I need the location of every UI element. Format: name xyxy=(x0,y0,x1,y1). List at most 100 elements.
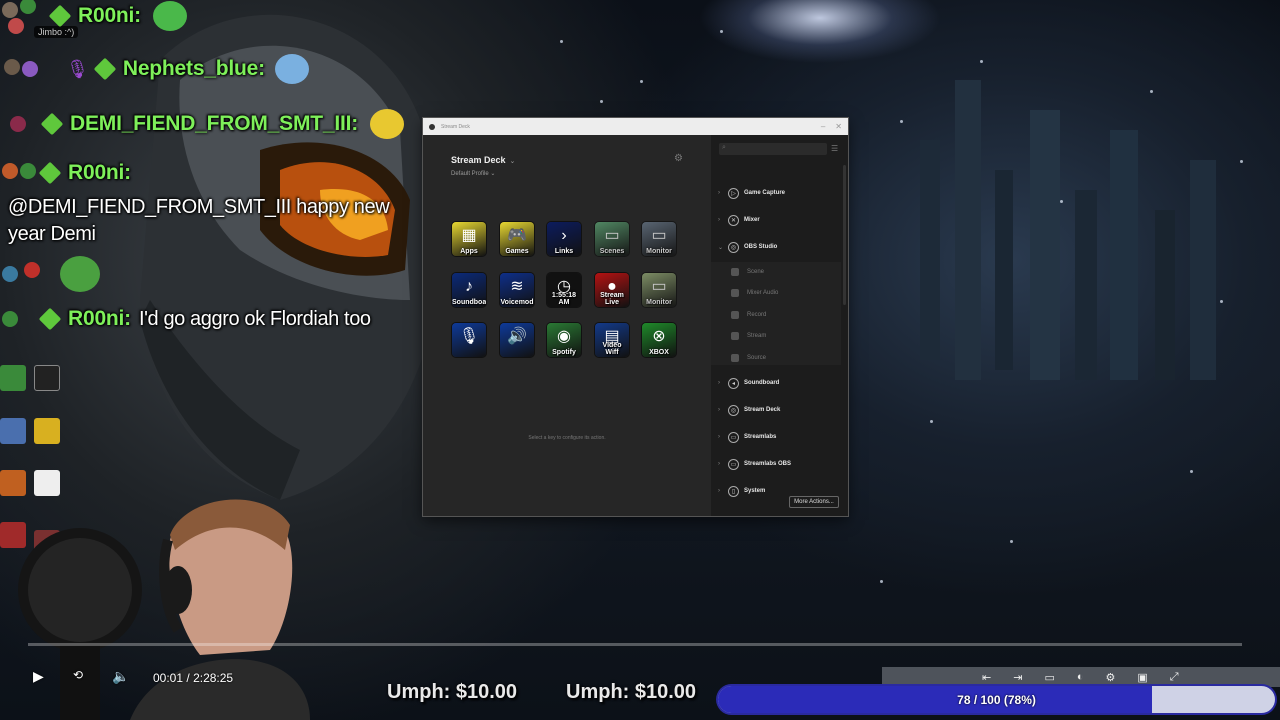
scrollbar[interactable] xyxy=(843,165,846,305)
settings-icon[interactable]: ⚙ xyxy=(1106,671,1116,684)
duration: 2:28:25 xyxy=(193,671,234,685)
action-label: Record xyxy=(747,312,767,318)
action-label: Scene xyxy=(747,269,765,275)
category-label: Game Capture xyxy=(744,190,786,196)
pip-icon[interactable]: ▣ xyxy=(1137,671,1147,684)
deck-key[interactable]: ▦ Apps xyxy=(452,222,486,256)
chevron-right-icon[interactable]: › xyxy=(718,461,728,467)
seek-bar[interactable] xyxy=(28,643,1242,646)
chevron-right-icon[interactable]: › xyxy=(718,217,728,223)
more-actions-button[interactable]: More Actions... xyxy=(789,496,839,508)
chat-message: 🎙 Nephets_blue: xyxy=(0,47,309,91)
desktop-icon[interactable] xyxy=(34,418,60,444)
deck-key[interactable]: 🔊 xyxy=(500,323,534,357)
deck-key-icon: ♪ xyxy=(465,278,473,295)
stream-deck-window[interactable]: Stream Deck – ✕ Stream Deck ⌄ Default Pro… xyxy=(423,118,848,516)
chat-username: R00ni: xyxy=(78,4,141,27)
chat-overlay: Jimbo :^) R00ni: 🎙 Nephets_blue: DEMI_FI… xyxy=(0,0,440,340)
deck-key-icon: 🔊 xyxy=(507,328,527,345)
chat-badges xyxy=(0,47,60,91)
deck-key-icon: ≋ xyxy=(510,278,524,295)
minimize-icon[interactable]: – xyxy=(821,122,825,131)
close-icon[interactable]: ✕ xyxy=(835,122,842,131)
window-title: Stream Deck xyxy=(441,123,470,130)
chevron-down-icon: ⌄ xyxy=(509,158,516,165)
loop-icon[interactable]: ⟲ xyxy=(73,668,83,682)
deck-key-label: Monitor xyxy=(646,299,672,306)
obs-action-item[interactable]: Stream xyxy=(731,329,766,343)
obs-action-item[interactable]: Source xyxy=(731,351,766,365)
deck-key[interactable]: 🎮 Games xyxy=(500,222,534,256)
profile-selector[interactable]: Default Profile ⌄ xyxy=(451,170,495,177)
category-icon: ◎ xyxy=(728,404,739,416)
deck-key[interactable]: ● Stream Live xyxy=(595,273,629,307)
deck-key[interactable]: ▭ Monitor xyxy=(642,222,676,256)
deck-key-label: Scenes xyxy=(599,248,625,255)
window-titlebar[interactable]: Stream Deck – ✕ xyxy=(423,118,848,135)
player-toolbar: ⇤ ⇥ ▭ ◐ ⚙ ▣ ⤢ xyxy=(882,667,1280,687)
deck-key[interactable]: ♪ Soundboard xyxy=(452,273,486,307)
quality-icon[interactable]: ◐ xyxy=(1077,671,1084,683)
deck-key-label: Spotify xyxy=(552,349,576,356)
category-label: System xyxy=(744,488,766,494)
fullscreen-icon[interactable]: ⤢ xyxy=(1170,671,1179,684)
action-category[interactable]: ⌄ ◎ OBS Studio xyxy=(711,239,841,255)
desktop-icon[interactable] xyxy=(0,470,26,496)
chevron-right-icon[interactable]: › xyxy=(718,488,728,494)
deck-key[interactable]: 🎙 xyxy=(452,323,486,357)
deck-key-icon: ▦ xyxy=(461,227,477,244)
chevron-right-icon[interactable]: › xyxy=(718,190,728,196)
desktop-icon[interactable] xyxy=(34,470,60,496)
deck-key[interactable]: ▭ Scenes xyxy=(595,222,629,256)
background-city-art xyxy=(920,80,1216,380)
device-selector[interactable]: Stream Deck ⌄ xyxy=(451,155,515,165)
desktop-icon[interactable] xyxy=(0,365,26,391)
play-icon[interactable]: ▶ xyxy=(33,668,44,685)
chat-message: R00ni: I'd go aggro ok Flordiah too xyxy=(0,297,371,341)
action-icon xyxy=(731,354,739,362)
desktop-icon[interactable] xyxy=(0,522,26,548)
deck-key[interactable]: ▤ Video Wiff xyxy=(595,323,629,357)
volume-icon[interactable]: 🔈 xyxy=(112,668,129,685)
chevron-right-icon[interactable]: › xyxy=(718,380,728,386)
deck-key[interactable]: ≋ Voicemod xyxy=(500,273,534,307)
donation-alert: Umph: $10.00 xyxy=(387,681,518,703)
deck-key[interactable]: ⊗ XBOX xyxy=(642,323,676,357)
prev-icon[interactable]: ⇤ xyxy=(982,671,991,684)
deck-key[interactable]: ◷ 1:55:18 AM xyxy=(547,273,581,307)
obs-action-item[interactable]: Scene xyxy=(731,265,764,279)
laughing-emote-icon xyxy=(152,1,187,31)
chevron-down-icon[interactable]: ⌄ xyxy=(718,244,728,251)
action-category[interactable]: › ▭ Streamlabs OBS xyxy=(711,456,841,472)
action-category[interactable]: › ◎ Stream Deck xyxy=(711,402,841,418)
action-category[interactable]: › ✕ Mixer xyxy=(711,212,841,228)
obs-action-item[interactable]: Mixer Audio xyxy=(731,286,778,300)
deck-key-label: Links xyxy=(554,248,574,255)
action-category[interactable]: › ▭ Streamlabs xyxy=(711,429,841,445)
deck-key-label: XBOX xyxy=(649,349,669,356)
action-search-input[interactable]: ⌕ xyxy=(719,143,827,155)
desktop-icon[interactable] xyxy=(34,365,60,391)
desktop-icon[interactable] xyxy=(34,530,60,556)
list-view-icon[interactable]: ☰ xyxy=(831,144,838,153)
captions-icon[interactable]: ▭ xyxy=(1044,671,1054,684)
chat-message-text: @DEMI_FIEND_FROM_SMT_III happy new year … xyxy=(8,196,390,245)
action-icon xyxy=(731,311,739,319)
action-category[interactable]: › ◂ Soundboard xyxy=(711,375,841,391)
category-label: Streamlabs xyxy=(744,434,777,440)
desktop-icon[interactable] xyxy=(0,418,26,444)
action-category[interactable]: › ▷ Game Capture xyxy=(711,185,841,201)
obs-action-item[interactable]: Record xyxy=(731,308,766,322)
category-label: OBS Studio xyxy=(744,244,778,250)
chevron-right-icon[interactable]: › xyxy=(718,407,728,413)
category-icon: ✕ xyxy=(728,214,739,226)
deck-key-icon: › xyxy=(561,227,567,244)
deck-key[interactable]: ▭ Monitor xyxy=(642,273,676,307)
next-icon[interactable]: ⇥ xyxy=(1013,671,1022,684)
deck-key[interactable]: › Links xyxy=(547,222,581,256)
chevron-right-icon[interactable]: › xyxy=(718,434,728,440)
gear-icon[interactable]: ⚙ xyxy=(674,153,683,164)
deck-key[interactable]: ◉ Spotify xyxy=(547,323,581,357)
deck-key-label: Voicemod xyxy=(500,299,534,306)
chat-username: R00ni: xyxy=(68,307,131,330)
